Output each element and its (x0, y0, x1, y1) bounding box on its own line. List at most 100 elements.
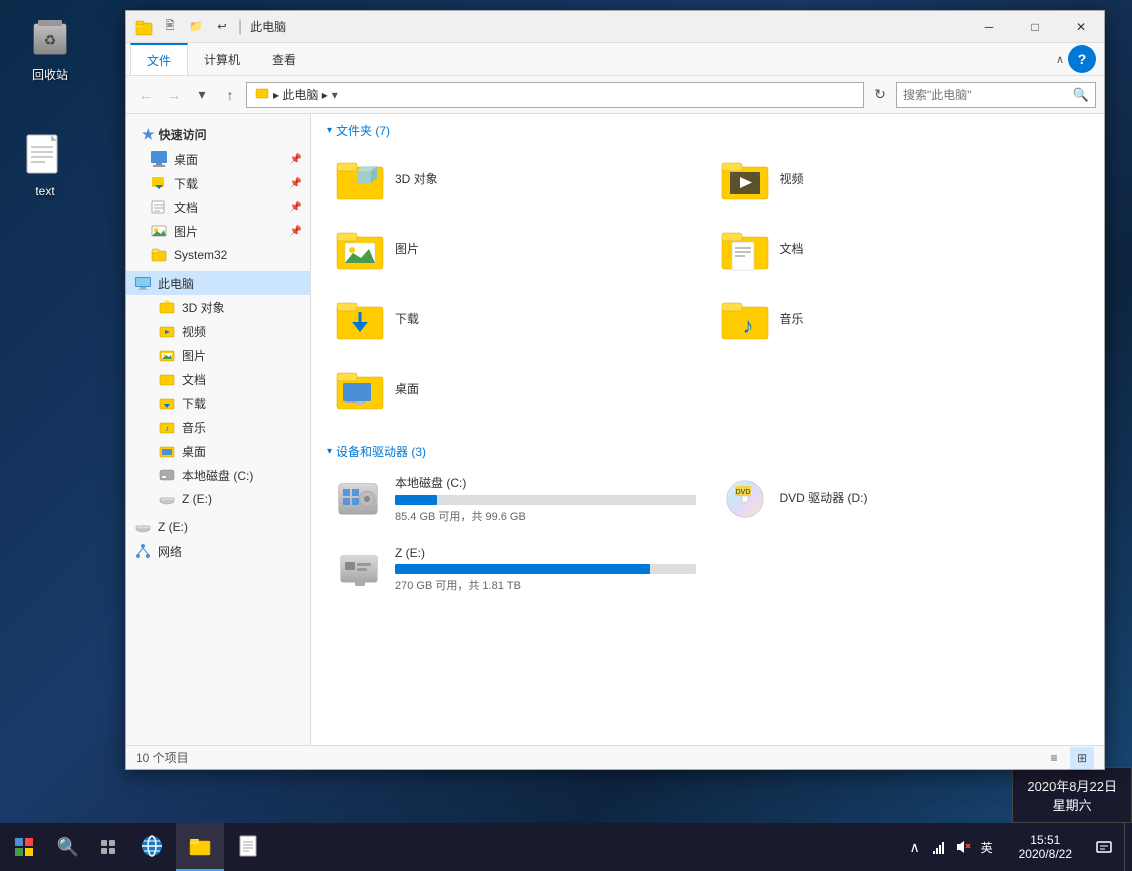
date-popup-line2: 星期六 (1027, 795, 1117, 814)
sidebar-item-desktop-quick[interactable]: 桌面 📌 (126, 147, 310, 171)
tab-computer[interactable]: 计算机 (188, 43, 256, 75)
taskbar-app-notepad[interactable] (224, 823, 272, 871)
search-box[interactable]: 🔍 (896, 82, 1096, 108)
date-popup: 2020年8月22日 星期六 (1012, 767, 1132, 823)
sidebar-item-pictures[interactable]: 图片 (126, 343, 310, 367)
tray-volume-muted[interactable] (951, 835, 975, 859)
window-controls: ─ □ ✕ (966, 11, 1104, 43)
search-input[interactable] (903, 88, 1073, 102)
up-button[interactable]: ↑ (218, 83, 242, 107)
drives-section-header[interactable]: ▾ 设备和驱动器 (3) (311, 435, 1104, 468)
sidebar-item-download-quick[interactable]: 下载 📌 (126, 171, 310, 195)
desktop: ♻ 回收站 text (0, 0, 1132, 871)
refresh-button[interactable]: ↻ (868, 83, 892, 107)
sidebar: ★ 快速访问 桌面 📌 下载 📌 (126, 114, 311, 745)
quick-properties-btn[interactable]: 🖹 (158, 15, 182, 39)
taskbar-app-explorer[interactable] (176, 823, 224, 871)
sidebar-item-video[interactable]: 视频 (126, 319, 310, 343)
explorer-title-icon (134, 17, 154, 37)
recycle-bin-icon[interactable]: ♻ 回收站 (10, 10, 90, 87)
sidebar-item-3dobjects[interactable]: 3D 对象 (126, 295, 310, 319)
drive-e[interactable]: Z (E:) 270 GB 可用，共 1.81 TB (327, 538, 704, 600)
sidebar-item-z-e-standalone[interactable]: Z (E:) (126, 515, 310, 539)
folders-section-header[interactable]: ▾ 文件夹 (7) (311, 114, 1104, 147)
tray-lang[interactable]: 英 (975, 835, 999, 859)
back-button[interactable]: ← (134, 83, 158, 107)
clock-date: 2020/8/22 (1019, 847, 1072, 861)
taskbar: 🔍 (0, 823, 1132, 871)
folder-music[interactable]: ♪ 音乐 (712, 287, 1089, 349)
title-bar: 🖹 📁 ↩ | 此电脑 ─ □ ✕ (126, 11, 1104, 43)
start-button[interactable] (0, 823, 48, 871)
window-title: 此电脑 (250, 18, 966, 35)
folder-documents[interactable]: 文档 (712, 217, 1089, 279)
svg-text:DVD: DVD (735, 489, 750, 496)
text-file-icon[interactable]: text (5, 128, 85, 202)
close-button[interactable]: ✕ (1058, 11, 1104, 43)
sidebar-item-z-e[interactable]: Z (E:) (126, 487, 310, 511)
sidebar-item-network[interactable]: 网络 (126, 539, 310, 563)
folder-video[interactable]: 视频 (712, 147, 1089, 209)
sidebar-item-local-disk-c[interactable]: 本地磁盘 (C:) (126, 463, 310, 487)
ribbon-controls: ∧ ? (1056, 45, 1104, 73)
svg-text:♪: ♪ (165, 424, 169, 433)
details-view-btn[interactable]: ≡ (1042, 747, 1066, 769)
folder-3d-objects[interactable]: 3D 对象 (327, 147, 704, 209)
drive-d[interactable]: DVD DVD 驱动器 (D:) (712, 468, 1089, 530)
ribbon: 文件 计算机 查看 ∧ ? (126, 43, 1104, 76)
content-area: ★ 快速访问 桌面 📌 下载 📌 (126, 114, 1104, 745)
svg-text:♪: ♪ (742, 313, 753, 338)
sidebar-item-pics-quick[interactable]: 图片 📌 (126, 219, 310, 243)
taskbar-clock[interactable]: 15:51 2020/8/22 (1007, 823, 1084, 871)
forward-button[interactable]: → (162, 83, 186, 107)
ribbon-tabs: 文件 计算机 查看 ∧ ? (126, 43, 1104, 75)
path-dropdown: ▾ (332, 88, 338, 102)
maximize-button[interactable]: □ (1012, 11, 1058, 43)
sidebar-item-desktop-pc[interactable]: 桌面 (126, 439, 310, 463)
minimize-button[interactable]: ─ (966, 11, 1012, 43)
taskbar-app-ie[interactable] (128, 823, 176, 871)
address-bar: ← → ▾ ↑ ▸ 此电脑 ▸ ▾ ↻ 🔍 (126, 76, 1104, 114)
drive-e-bar (395, 564, 650, 574)
sidebar-item-system32[interactable]: System32 (126, 243, 310, 267)
address-path[interactable]: ▸ 此电脑 ▸ ▾ (246, 82, 864, 108)
folder-pictures[interactable]: 图片 (327, 217, 704, 279)
sidebar-item-docs-quick[interactable]: 文档 📌 (126, 195, 310, 219)
folder-desktop[interactable]: 桌面 (327, 357, 704, 419)
system-tray: ∧ 英 (895, 823, 1007, 871)
show-desktop-button[interactable] (1124, 823, 1132, 871)
sidebar-item-documents[interactable]: 文档 (126, 367, 310, 391)
sidebar-item-downloads[interactable]: 下载 (126, 391, 310, 415)
tab-file[interactable]: 文件 (130, 43, 188, 75)
status-bar: 10 个项目 ≡ ⊞ (126, 745, 1104, 769)
notification-center-button[interactable] (1084, 823, 1124, 871)
breadcrumb-text: ▸ 此电脑 ▸ (273, 86, 328, 103)
drive-c-bar (395, 495, 437, 505)
sidebar-item-music[interactable]: ♪ 音乐 (126, 415, 310, 439)
search-icon: 🔍 (1073, 87, 1089, 103)
folder-downloads[interactable]: 下载 (327, 287, 704, 349)
view-controls: ≡ ⊞ (1042, 747, 1094, 769)
tray-network[interactable] (927, 835, 951, 859)
svg-text:♻: ♻ (44, 32, 57, 48)
ribbon-collapse-btn[interactable]: ∧ (1056, 53, 1064, 66)
folders-grid: 3D 对象 (311, 147, 1104, 435)
status-count: 10 个项目 (136, 749, 189, 766)
quick-access-toolbar: 🖹 📁 ↩ (158, 15, 234, 39)
recent-locations-button[interactable]: ▾ (190, 83, 214, 107)
task-view-button[interactable] (88, 823, 128, 871)
drives-grid: 本地磁盘 (C:) 85.4 GB 可用，共 99.6 GB (311, 468, 1104, 616)
large-icons-view-btn[interactable]: ⊞ (1070, 747, 1094, 769)
clock-time: 15:51 (1030, 833, 1060, 847)
tray-chevron[interactable]: ∧ (903, 835, 927, 859)
tab-view[interactable]: 查看 (256, 43, 312, 75)
quick-new-folder-btn[interactable]: 📁 (184, 15, 208, 39)
help-button[interactable]: ? (1068, 45, 1096, 73)
taskbar-search-button[interactable]: 🔍 (48, 823, 88, 871)
explorer-window: 🖹 📁 ↩ | 此电脑 ─ □ ✕ 文件 计算机 查看 ∧ ? (125, 10, 1105, 770)
drive-c[interactable]: 本地磁盘 (C:) 85.4 GB 可用，共 99.6 GB (327, 468, 704, 530)
quick-access-header: ★ 快速访问 (126, 122, 310, 147)
quick-undo-btn[interactable]: ↩ (210, 15, 234, 39)
sidebar-item-this-pc[interactable]: 此电脑 (126, 271, 310, 295)
date-popup-line1: 2020年8月22日 (1027, 776, 1117, 795)
